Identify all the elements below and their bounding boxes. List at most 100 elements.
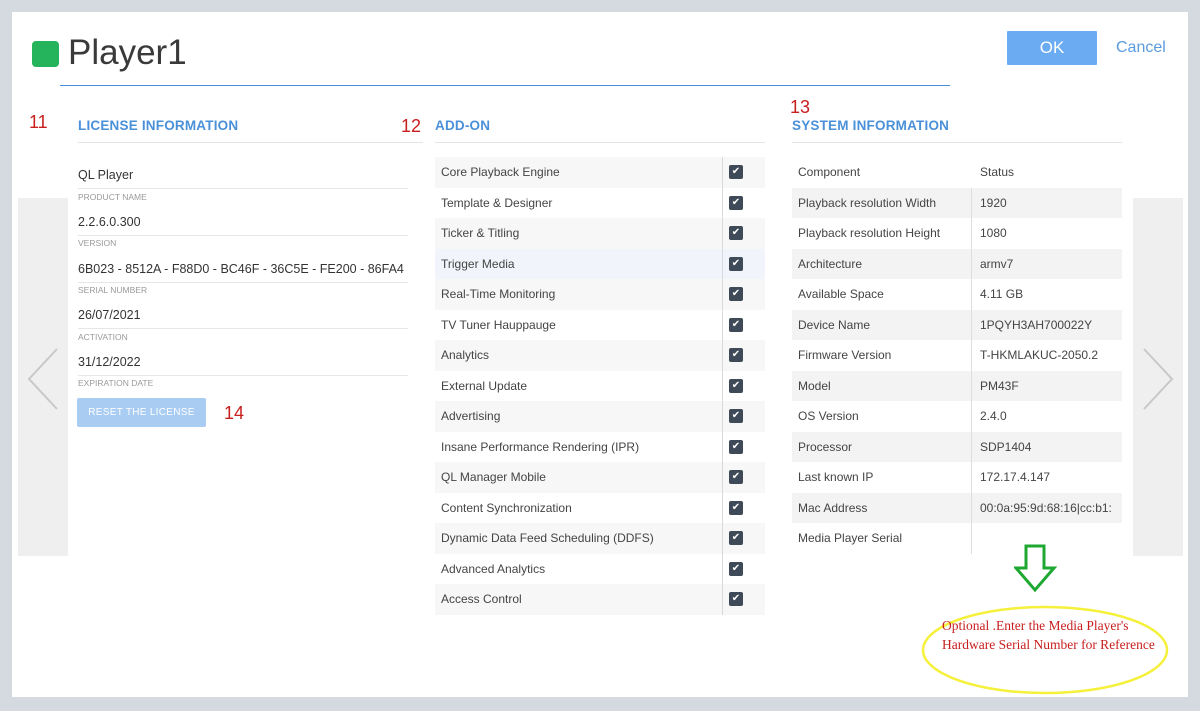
column-divider (971, 462, 972, 493)
reset-license-button[interactable]: RESET THE LICENSE (77, 398, 206, 427)
addon-name: Content Synchronization (441, 500, 572, 515)
addon-row: Insane Performance Rendering (IPR) ✔ (435, 431, 765, 462)
addon-name: Advanced Analytics (441, 561, 546, 576)
addon-checkbox[interactable]: ✔ (729, 531, 743, 545)
status-cell: 172.17.4.147 (980, 470, 1051, 484)
column-divider (722, 431, 723, 462)
addon-checkbox[interactable]: ✔ (729, 226, 743, 240)
expiration-date-value: 31/12/2022 (78, 355, 141, 369)
status-cell: PM43F (980, 378, 1019, 393)
system-row: Available Space 4.11 GB (792, 279, 1122, 310)
system-row: Last known IP 172.17.4.147 (792, 462, 1122, 493)
annotation-11: 11 (29, 112, 48, 132)
addon-row: Advanced Analytics ✔ (435, 553, 765, 584)
addon-row: TV Tuner Hauppauge ✔ (435, 309, 765, 340)
addon-row: QL Manager Mobile ✔ (435, 462, 765, 493)
addon-row: Content Synchronization ✔ (435, 492, 765, 523)
annotation-13: 13 (790, 97, 811, 117)
divider (78, 282, 408, 283)
addon-section-title: ADD-ON (435, 118, 491, 133)
addon-name: Analytics (441, 348, 490, 362)
license-section-rule (78, 142, 423, 143)
status-column-header: Status (980, 165, 1015, 179)
addon-name: TV Tuner Hauppauge (441, 317, 556, 332)
cancel-link[interactable]: Cancel (1116, 39, 1166, 57)
addon-name: QL Manager Mobile (441, 470, 546, 484)
column-divider (722, 218, 723, 249)
addon-checkbox[interactable]: ✔ (729, 256, 743, 271)
system-row: Playback resolution Height 1080 (792, 218, 1122, 249)
component-cell: Playback resolution Height (798, 226, 941, 240)
addon-checkbox[interactable]: ✔ (729, 195, 743, 210)
expiration-date-label: EXPIRATION DATE (78, 378, 154, 388)
divider (78, 235, 408, 236)
addon-checkbox[interactable]: ✔ (729, 378, 743, 393)
column-divider (971, 401, 972, 432)
player-title: Player1 (68, 33, 187, 72)
system-row: Media Player Serial (792, 523, 1122, 554)
addon-checkbox[interactable]: ✔ (729, 592, 743, 606)
column-divider (722, 584, 723, 615)
addon-name: External Update (441, 378, 528, 393)
column-divider (722, 492, 723, 523)
column-divider (971, 370, 972, 401)
column-divider (722, 462, 723, 493)
component-cell: Last known IP (798, 470, 874, 484)
annotation-14: 14 (224, 403, 245, 423)
system-row: Processor SDP1404 (792, 431, 1122, 462)
system-row: Architecture armv7 (792, 248, 1122, 279)
column-divider (722, 248, 723, 279)
system-section-rule (792, 142, 1122, 143)
system-row: Mac Address 00:0a:95:9d:68:16|cc:b1: (792, 492, 1122, 523)
callout-note: Optional .Enter the Media Player's Hardw… (942, 618, 1155, 652)
component-cell: Architecture (798, 256, 863, 271)
chevron-left-icon[interactable] (25, 347, 61, 411)
column-divider (722, 523, 723, 554)
addon-row: Trigger Media ✔ (435, 248, 765, 279)
status-cell: 2.4.0 (980, 409, 1007, 423)
chevron-right-icon[interactable] (1140, 347, 1176, 411)
column-divider (722, 340, 723, 371)
system-row: Firmware Version T-HKMLAKUC-2050.2 (792, 340, 1122, 371)
column-divider (971, 187, 972, 218)
addon-checkbox[interactable]: ✔ (729, 165, 743, 179)
product-name-value: QL Player (78, 168, 134, 182)
component-cell: Processor (798, 439, 853, 454)
addon-checkbox[interactable]: ✔ (729, 317, 743, 332)
divider (78, 375, 408, 376)
status-cell: 4.11 GB (980, 287, 1024, 301)
column-divider (722, 187, 723, 218)
status-cell: 1080 (980, 226, 1007, 240)
component-cell: Available Space (798, 287, 884, 301)
component-cell: Firmware Version (798, 348, 892, 362)
addon-row: Dynamic Data Feed Scheduling (DDFS) ✔ (435, 523, 765, 554)
addon-name: Advertising (441, 409, 501, 423)
addon-section-rule (435, 142, 765, 143)
addon-row: Ticker & Titling ✔ (435, 218, 765, 249)
version-value: 2.2.6.0.300 (78, 215, 141, 229)
system-section-title: SYSTEM INFORMATION (792, 118, 950, 133)
system-row: Playback resolution Width 1920 (792, 187, 1122, 218)
addon-checkbox[interactable]: ✔ (729, 439, 743, 454)
column-divider (722, 370, 723, 401)
status-cell: SDP1404 (980, 439, 1032, 454)
addon-checkbox[interactable]: ✔ (729, 348, 743, 362)
addon-name: Ticker & Titling (441, 226, 520, 240)
column-divider (971, 431, 972, 462)
system-row: OS Version 2.4.0 (792, 401, 1122, 432)
license-section-title: LICENSE INFORMATION (78, 118, 239, 133)
addon-checkbox[interactable]: ✔ (729, 561, 743, 576)
addon-checkbox[interactable]: ✔ (729, 500, 743, 515)
component-cell: Playback resolution Width (798, 195, 937, 210)
title-underline (60, 85, 950, 86)
addon-checkbox[interactable]: ✔ (729, 409, 743, 423)
system-table-header: Component Status (792, 157, 1122, 188)
addon-row: Real-Time Monitoring ✔ (435, 279, 765, 310)
status-cell: T-HKMLAKUC-2050.2 (980, 348, 1099, 362)
version-label: VERSION (78, 238, 117, 248)
addon-row: Core Playback Engine ✔ (435, 157, 765, 188)
addon-checkbox[interactable]: ✔ (729, 470, 743, 484)
ok-button[interactable]: OK (1007, 31, 1097, 65)
component-cell: Device Name (798, 317, 871, 332)
addon-checkbox[interactable]: ✔ (729, 287, 743, 301)
